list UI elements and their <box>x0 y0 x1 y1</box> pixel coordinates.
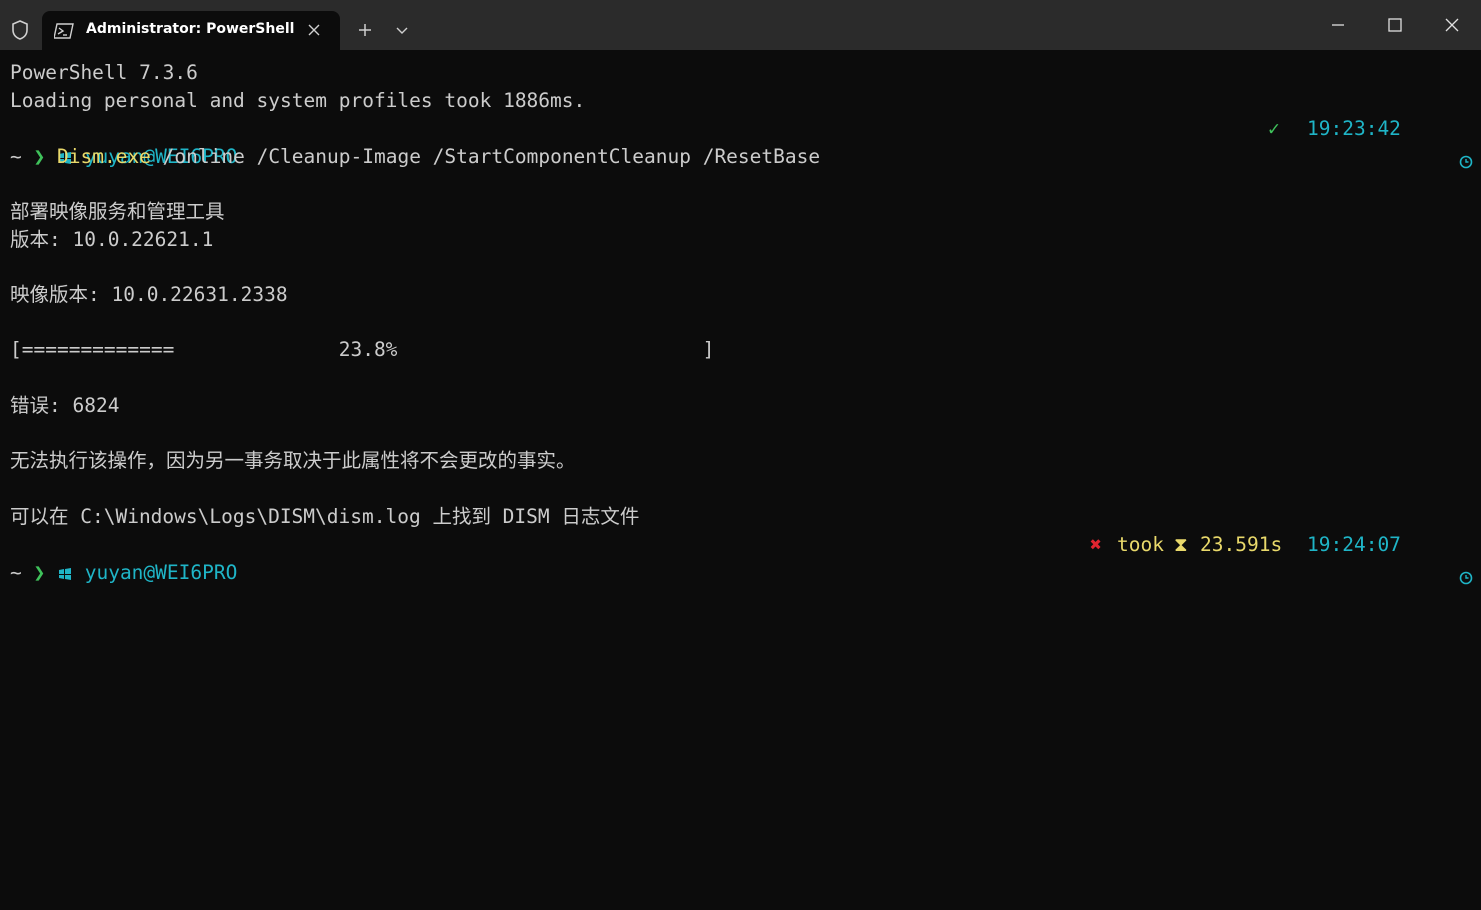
close-window-button[interactable] <box>1436 10 1468 40</box>
tool-version: 版本: 10.0.22621.1 <box>10 228 214 251</box>
minimize-button[interactable] <box>1322 10 1354 40</box>
command-args: /online /Cleanup-Image /StartComponentCl… <box>150 145 821 168</box>
command-duration: 23.591s <box>1200 533 1283 556</box>
command-line: ~ ❯ Dism.exe /online /Cleanup-Image /Sta… <box>10 143 820 171</box>
prompt-user: yuyan@WEI6PRO <box>84 561 238 584</box>
status-success-icon: ✓ <box>1268 117 1280 140</box>
windows-icon <box>57 562 73 580</box>
log-hint: 可以在 C:\Windows\Logs\DISM\dism.log 上找到 DI… <box>10 505 640 528</box>
chevron-down-icon <box>396 27 408 34</box>
shield-icon <box>9 19 31 41</box>
title-bar: Administrator: PowerShell <box>0 0 1481 50</box>
prompt-arrow: ❯ <box>33 561 46 584</box>
hourglass-icon: ⧗ <box>1174 533 1188 556</box>
banner-profiles: Loading personal and system profiles too… <box>10 89 586 112</box>
took-label: took <box>1117 533 1164 556</box>
error-code: 错误: 6824 <box>10 394 120 417</box>
banner-version: PowerShell 7.3.6 <box>10 61 198 84</box>
progress-bar: [============= 23.8% ] <box>10 338 715 361</box>
error-message: 无法执行该操作，因为另一事务取决于此属性将不会更改的事实。 <box>10 449 576 472</box>
image-version: 映像版本: 10.0.22631.2338 <box>10 283 288 306</box>
command-name: Dism.exe <box>57 145 151 168</box>
current-prompt[interactable]: ~ ❯ <box>10 559 45 587</box>
tool-name: 部署映像服务和管理工具 <box>10 200 225 223</box>
powershell-icon <box>53 23 74 39</box>
tab-dropdown-button[interactable] <box>392 21 412 41</box>
prompt-dir: ~ <box>10 561 22 584</box>
tab-title: Administrator: PowerShell <box>86 21 295 37</box>
maximize-button[interactable] <box>1379 10 1411 40</box>
close-icon <box>1445 18 1459 32</box>
prompt-time: 19:23:42 <box>1307 117 1401 140</box>
prompt-line-2: yuyan@WEI6PRO <box>10 531 237 584</box>
new-tab-button[interactable] <box>354 19 376 41</box>
prompt-time: 19:24:07 <box>1307 533 1401 556</box>
terminal-output[interactable]: PowerShell 7.3.6 Loading personal and sy… <box>0 50 1481 910</box>
minimize-icon <box>1332 24 1344 26</box>
plus-icon <box>359 24 371 36</box>
prompt-dir: ~ <box>10 145 22 168</box>
maximize-icon <box>1388 18 1402 32</box>
prompt-arrow: ❯ <box>33 145 46 168</box>
clock-icon <box>1412 537 1473 585</box>
tab-powershell[interactable]: Administrator: PowerShell <box>42 11 340 50</box>
prompt-line-1: yuyan@WEI6PRO <box>10 115 237 168</box>
status-error-icon: ✖ <box>1090 533 1102 556</box>
close-tab-icon[interactable] <box>304 20 324 40</box>
clock-icon <box>1412 121 1473 169</box>
